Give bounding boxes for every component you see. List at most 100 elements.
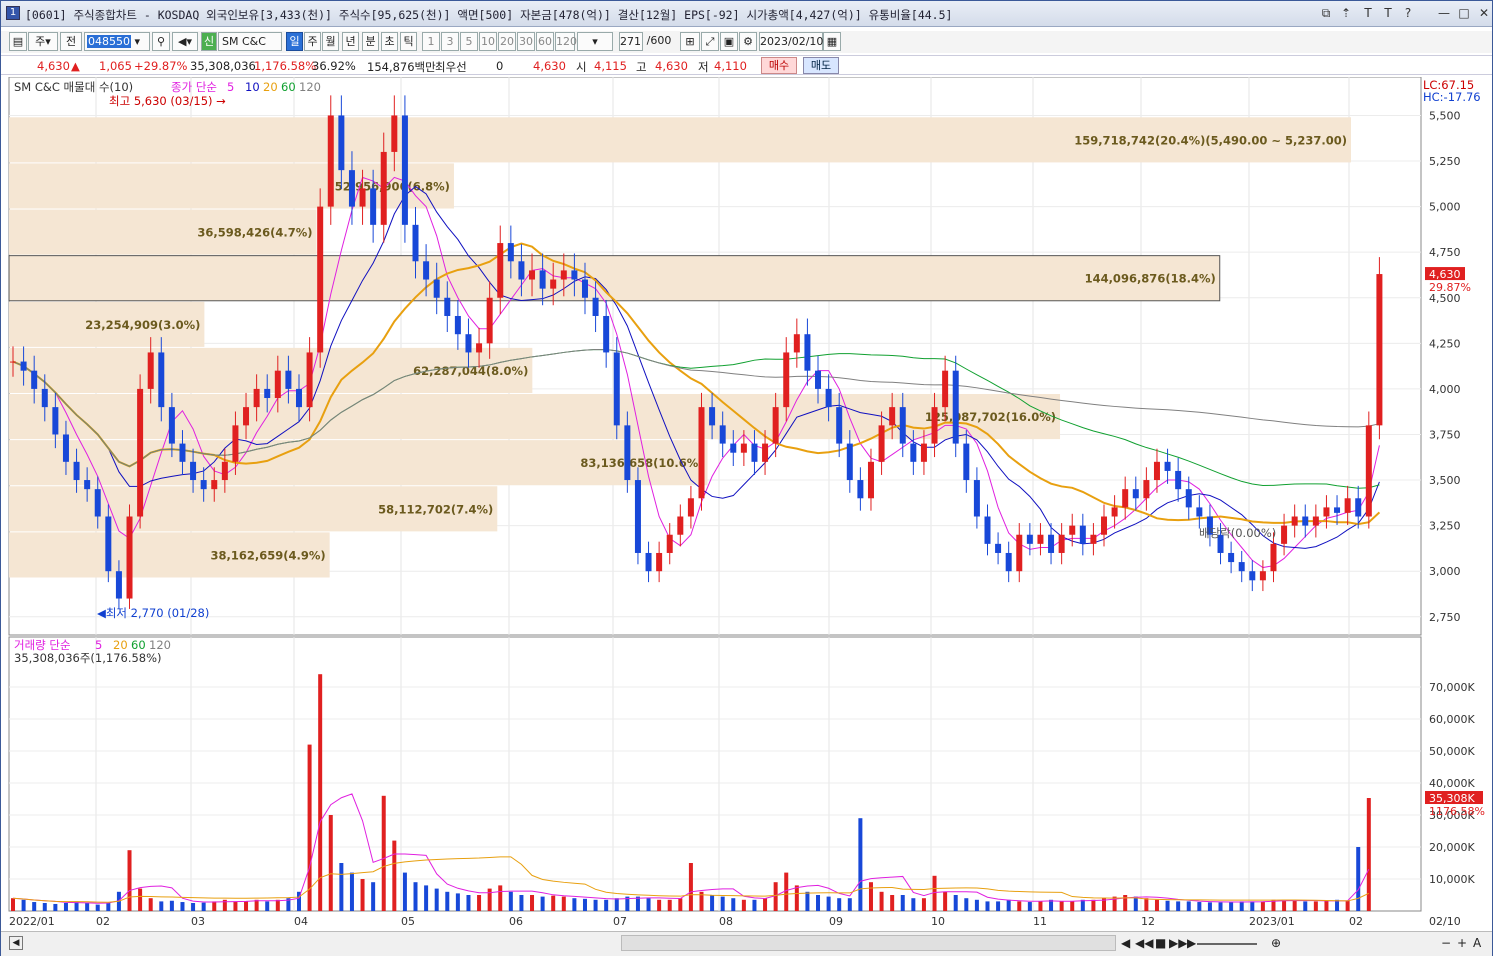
candle-body bbox=[634, 480, 641, 553]
high-price: 4,630 bbox=[655, 59, 688, 73]
bar-count-input[interactable]: 271 bbox=[619, 32, 643, 51]
legend-ma-item: 20 bbox=[263, 80, 278, 94]
volume-bar bbox=[826, 896, 831, 911]
scroll-right-icon[interactable]: ▶ bbox=[1187, 936, 1196, 950]
crosshair-icon[interactable]: ⊕ bbox=[1271, 936, 1281, 950]
min-price-label: ◀최저 2,770 (01/28) bbox=[97, 606, 209, 620]
close-icon[interactable]: ✕ bbox=[1477, 6, 1491, 20]
period-second[interactable]: 초 bbox=[381, 32, 398, 51]
candle-body bbox=[211, 480, 218, 490]
mult-1[interactable]: 1 bbox=[422, 32, 440, 51]
minimize-icon[interactable]: — bbox=[1437, 6, 1451, 20]
draw-icon[interactable]: ⤢ bbox=[701, 32, 719, 51]
volume-bar bbox=[1176, 901, 1181, 911]
price-tick-label: 3,750 bbox=[1429, 428, 1461, 441]
scroll-left-icon[interactable]: ◀ bbox=[1121, 936, 1130, 950]
open-price: 4,115 bbox=[594, 59, 627, 73]
stock-code-input[interactable]: 048550 ▾ bbox=[84, 32, 150, 51]
volume-bar bbox=[498, 885, 503, 911]
mult-30[interactable]: 30 bbox=[517, 32, 535, 51]
max-price-label: 최고 5,630 (03/15) → bbox=[109, 94, 226, 108]
indicator-icon[interactable]: ⊞ bbox=[680, 32, 700, 51]
price-tick-label: 5,500 bbox=[1429, 109, 1461, 122]
candle-body bbox=[804, 334, 811, 371]
stock-name[interactable]: SM C&C bbox=[218, 32, 282, 51]
period-year[interactable]: 년 bbox=[342, 32, 359, 51]
candle-body bbox=[603, 315, 610, 353]
layout-icon[interactable]: ▤ bbox=[9, 32, 27, 51]
exdiv-label: 배당락(0.00%) bbox=[1199, 526, 1276, 540]
price-tick-label: 5,250 bbox=[1429, 155, 1461, 168]
volume-bar bbox=[890, 895, 895, 911]
candle-body bbox=[645, 552, 652, 572]
candle-body bbox=[1079, 525, 1086, 544]
x-tick-label: 02 bbox=[96, 915, 110, 928]
font-down-icon[interactable]: T bbox=[1381, 6, 1395, 20]
window-number[interactable]: 1 bbox=[6, 6, 20, 20]
scrollbar[interactable] bbox=[621, 935, 1116, 951]
date-input[interactable]: 2023/02/10 bbox=[759, 32, 823, 51]
mult-60[interactable]: 60 bbox=[536, 32, 554, 51]
period-day[interactable]: 일 bbox=[286, 32, 303, 51]
period-month[interactable]: 월 bbox=[322, 32, 339, 51]
zoom-in-icon[interactable]: + bbox=[1457, 936, 1467, 950]
mult-3[interactable]: 3 bbox=[441, 32, 459, 51]
mult-120[interactable]: 120 bbox=[555, 32, 577, 51]
price-volume-chart[interactable]: 5,5005,2505,0004,7504,5004,2504,0003,750… bbox=[1, 77, 1492, 931]
volume-bar bbox=[784, 872, 789, 911]
volume-bar bbox=[1133, 896, 1138, 911]
candle-body bbox=[497, 243, 504, 298]
candle-body bbox=[62, 434, 69, 462]
type-select[interactable]: 주▾ bbox=[28, 32, 58, 51]
prev-button[interactable]: 전 bbox=[60, 32, 82, 51]
volume-bar bbox=[540, 896, 545, 911]
volume-bar bbox=[1313, 901, 1318, 911]
candle-body bbox=[931, 407, 938, 444]
candle-body bbox=[740, 443, 747, 453]
volume-bar bbox=[635, 896, 640, 911]
stop-icon[interactable]: ■ bbox=[1155, 936, 1166, 950]
search-icon[interactable]: ⚲ bbox=[152, 32, 170, 51]
volume-pct: 1,176.58% bbox=[254, 59, 317, 73]
calendar-icon[interactable]: ▦ bbox=[823, 32, 841, 51]
candle-body bbox=[476, 343, 483, 353]
period-tick[interactable]: 틱 bbox=[400, 32, 417, 51]
candle-body bbox=[126, 516, 133, 599]
period-minute[interactable]: 분 bbox=[362, 32, 379, 51]
zoom-out-icon[interactable]: − bbox=[1441, 936, 1451, 950]
candle-body bbox=[41, 388, 48, 408]
hc-label: HC:-17.76 bbox=[1423, 90, 1481, 104]
save-icon[interactable]: ▣ bbox=[720, 32, 738, 51]
candle-body bbox=[232, 425, 239, 462]
font-up-icon[interactable]: T bbox=[1361, 6, 1375, 20]
volume-bar bbox=[1006, 899, 1011, 911]
scroll-fast-right-icon[interactable]: ▶▶ bbox=[1169, 936, 1187, 950]
custom-interval[interactable]: ▾ bbox=[577, 32, 613, 51]
scroll-fast-left-icon[interactable]: ◀◀ bbox=[1135, 936, 1153, 950]
font-icon[interactable]: A bbox=[1473, 936, 1481, 950]
candle-body bbox=[878, 425, 885, 462]
mult-10[interactable]: 10 bbox=[479, 32, 497, 51]
gear-icon[interactable]: ⚙ bbox=[739, 32, 757, 51]
zoom-slider[interactable] bbox=[1197, 943, 1257, 945]
sell-button[interactable]: 매도 bbox=[803, 57, 839, 74]
mult-20[interactable]: 20 bbox=[498, 32, 516, 51]
candle-body bbox=[115, 571, 122, 599]
candle-body bbox=[285, 370, 292, 389]
sound-icon[interactable]: ◀▾ bbox=[172, 32, 198, 51]
maximize-icon[interactable]: □ bbox=[1457, 6, 1471, 20]
volume-bar bbox=[138, 888, 143, 911]
period-week[interactable]: 주 bbox=[304, 32, 321, 51]
volume-bar bbox=[1027, 902, 1032, 911]
candle-body bbox=[486, 297, 493, 344]
buy-button[interactable]: 매수 bbox=[761, 57, 797, 74]
help-icon[interactable]: ? bbox=[1401, 6, 1415, 20]
expand-icon[interactable]: ◀ bbox=[9, 936, 23, 950]
candle-body bbox=[147, 352, 154, 389]
x-tick-label: 06 bbox=[509, 915, 523, 928]
mult-5[interactable]: 5 bbox=[460, 32, 478, 51]
pin-icon[interactable]: ⇡ bbox=[1339, 6, 1353, 20]
candle-body bbox=[984, 516, 991, 544]
candle-body bbox=[1037, 534, 1044, 544]
restore-icon[interactable]: ⧉ bbox=[1319, 6, 1333, 21]
